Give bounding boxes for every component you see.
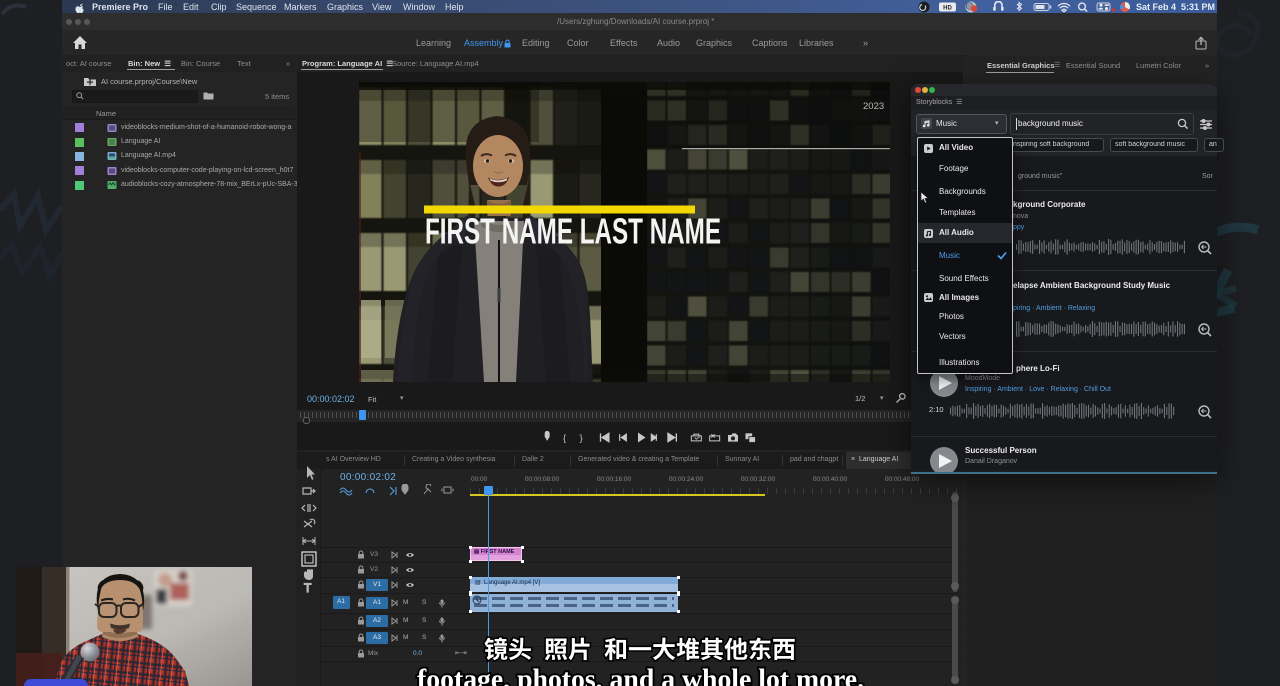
svg-text:footage, photos, and a whole l: footage, photos, and a whole lot more. [417, 664, 864, 686]
